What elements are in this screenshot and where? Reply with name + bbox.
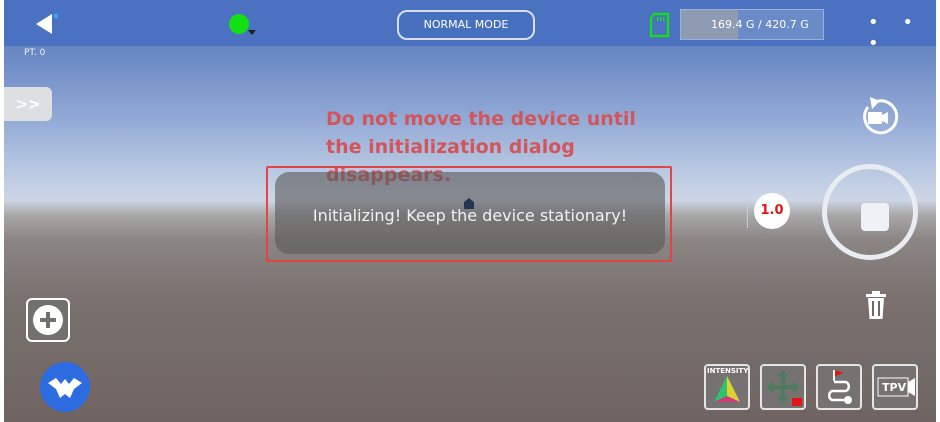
device-glyph-icon xyxy=(464,198,474,209)
tpv-button[interactable]: TPV xyxy=(872,364,918,410)
rotate-camera-button[interactable] xyxy=(854,93,902,141)
storage-text: 169.4 G / 420.7 G xyxy=(711,18,809,31)
trash-icon xyxy=(866,291,886,319)
add-button[interactable] xyxy=(26,298,70,342)
rotate-camera-icon xyxy=(863,97,899,135)
sd-card-icon xyxy=(648,12,672,42)
camera-viewport: NORMAL MODE 169.4 G / 420.7 G • • • PT. … xyxy=(4,0,936,422)
record-icon xyxy=(861,203,889,231)
delete-button[interactable] xyxy=(864,290,888,320)
mode-button[interactable]: NORMAL MODE xyxy=(397,10,535,40)
app-logo-icon xyxy=(40,362,90,412)
zoom-level-badge: 1.0 xyxy=(754,193,790,229)
expand-panel-button[interactable]: >> xyxy=(4,87,52,121)
record-button[interactable] xyxy=(822,164,918,260)
intensity-button[interactable]: INTENSITY xyxy=(704,364,750,410)
back-arrow-icon xyxy=(36,13,59,34)
more-menu-button[interactable]: • • • xyxy=(868,12,936,54)
status-dot-icon[interactable] xyxy=(229,14,249,34)
move-button[interactable] xyxy=(760,364,806,410)
status-caret-icon xyxy=(248,30,256,35)
plus-icon xyxy=(33,305,63,335)
move-icon xyxy=(766,370,802,406)
scale-tick xyxy=(747,198,750,228)
point-count-label: PT. 0 xyxy=(24,48,46,58)
app-logo-button[interactable] xyxy=(40,362,90,412)
path-button[interactable] xyxy=(816,364,862,410)
storage-indicator: 169.4 G / 420.7 G xyxy=(680,9,824,40)
initializing-dialog: Initializing! Keep the device stationary… xyxy=(275,172,665,254)
back-button[interactable] xyxy=(34,12,59,36)
intensity-icon xyxy=(714,376,740,402)
tpv-camera-icon xyxy=(877,377,915,397)
path-flag-icon xyxy=(827,370,852,404)
top-bar: NORMAL MODE 169.4 G / 420.7 G • • • xyxy=(4,0,936,54)
dialog-message: Initializing! Keep the device stationary… xyxy=(312,206,628,225)
